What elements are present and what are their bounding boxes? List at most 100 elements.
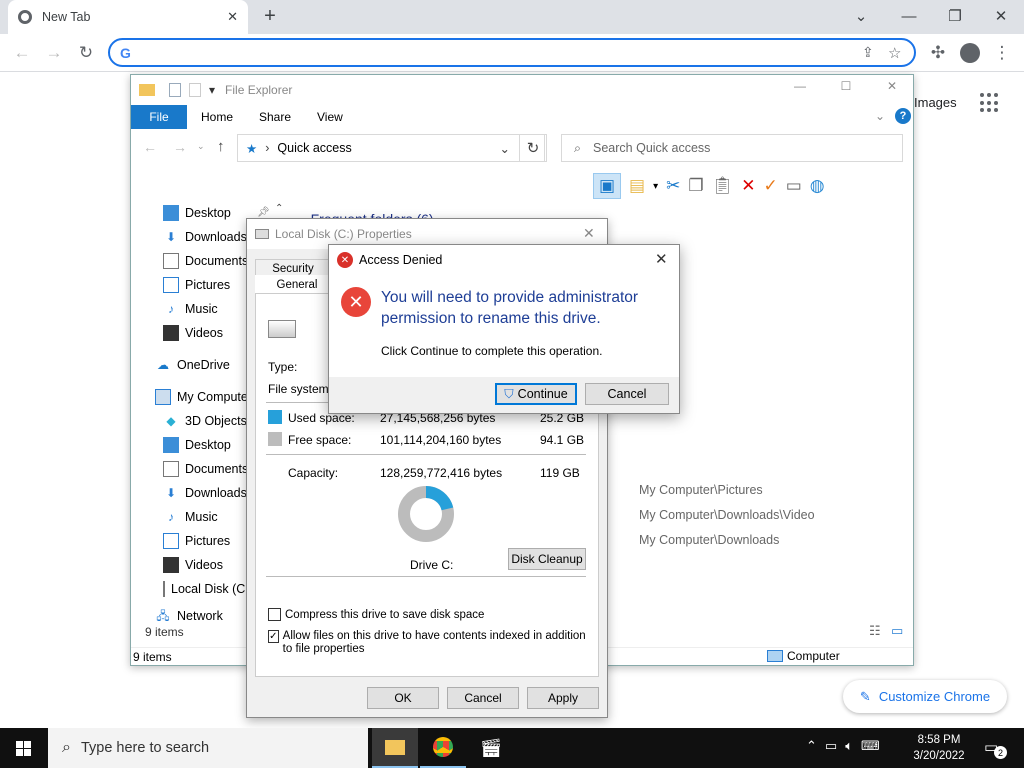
tab-general[interactable]: General	[255, 275, 339, 295]
dialog-close-button[interactable]: ✕	[655, 250, 668, 268]
compress-checkbox[interactable]	[268, 608, 281, 621]
index-option[interactable]: ✓ Allow files on this drive to have cont…	[268, 630, 588, 656]
paste-icon[interactable]: 📋︎	[712, 176, 734, 196]
documents-icon	[163, 253, 179, 269]
properties-close-button[interactable]: ✕	[583, 225, 595, 242]
properties-icon[interactable]	[169, 83, 181, 97]
pin-icon[interactable]: 📌︎	[257, 207, 270, 218]
ribbon-tab-share[interactable]: Share	[259, 105, 291, 129]
explorer-maximize-button[interactable]: ☐	[831, 79, 861, 99]
taskbar-search[interactable]: ⌕ Type here to search	[48, 728, 368, 768]
dialog-title: Access Denied	[359, 253, 443, 267]
copy-icon[interactable]: ❐	[688, 176, 703, 196]
minimize-button[interactable]: —	[886, 0, 932, 32]
keyboard-icon[interactable]: ⌨	[861, 738, 880, 754]
apps-grid-icon[interactable]	[980, 93, 1000, 113]
search-icon: ⌕	[574, 140, 582, 155]
computer-icon	[155, 389, 171, 405]
taskbar-file-explorer[interactable]	[372, 728, 418, 768]
select-icon[interactable]: ✓	[763, 176, 777, 196]
explorer-minimize-button[interactable]: —	[785, 79, 815, 99]
show-hidden-icons-icon[interactable]: ⌃	[806, 738, 817, 754]
recent-path: My Computer\Downloads\Video	[639, 508, 815, 522]
clock-date: 3/20/2022	[913, 750, 965, 762]
breadcrumb-separator-icon: ›	[265, 141, 270, 155]
taskbar-chrome[interactable]	[420, 728, 466, 768]
back-icon[interactable]: ←	[8, 40, 36, 66]
index-checkbox[interactable]: ✓	[268, 630, 279, 643]
status-location: Computer	[767, 647, 840, 665]
network-globe-icon[interactable]: ◍	[810, 176, 825, 196]
nav-label: Desktop	[185, 206, 231, 220]
address-dropdown-icon[interactable]: ⌄	[500, 141, 510, 156]
explorer-refresh-button[interactable]: ↻	[519, 134, 547, 162]
extensions-icon[interactable]: ✣	[924, 40, 952, 66]
nav-label: Videos	[185, 558, 223, 572]
continue-button[interactable]: ⛉ Continue	[495, 383, 577, 405]
ribbon-tab-view[interactable]: View	[317, 105, 343, 129]
browser-tab[interactable]: New Tab ✕	[8, 0, 248, 34]
new-tab-button[interactable]: +	[258, 4, 282, 28]
ntp-images-link[interactable]: Images	[914, 95, 957, 110]
quick-access-star-icon: ★	[246, 141, 258, 156]
details-view-icon[interactable]: ☷	[869, 623, 881, 639]
up-icon[interactable]: ↑	[217, 138, 225, 155]
forward-icon[interactable]: →	[40, 40, 68, 66]
bookmark-star-icon[interactable]: ☆	[888, 44, 914, 62]
nav-label: Downloads	[185, 486, 247, 500]
ok-button[interactable]: OK	[367, 687, 439, 709]
tab-search-icon[interactable]: ⌄	[838, 0, 884, 32]
ribbon-toolbar: ▣ ▤ ▾ ✂ ❐ 📋︎ ✕ ✓ ▭ ◍	[593, 173, 825, 199]
apply-button[interactable]: Apply	[527, 687, 599, 709]
ribbon-tab-home[interactable]: Home	[201, 105, 233, 129]
notification-icon[interactable]: ▭ 2	[984, 738, 1007, 759]
help-icon[interactable]: ?	[895, 108, 911, 124]
dialog-cancel-button[interactable]: Cancel	[585, 383, 669, 405]
quick-access-dropdown-icon[interactable]: ▾	[209, 83, 215, 97]
large-icons-view-icon[interactable]: ▭	[891, 623, 903, 639]
profile-avatar[interactable]	[956, 40, 984, 66]
chrome-menu-icon[interactable]: ⋮	[988, 40, 1016, 66]
explorer-search-box[interactable]: ⌕ Search Quick access	[561, 134, 903, 162]
explorer-back-icon[interactable]: ←	[143, 139, 157, 155]
address-input[interactable]	[140, 45, 862, 60]
new-item-dropdown-icon[interactable]: ▾	[653, 181, 658, 192]
cut-icon[interactable]: ✂	[666, 176, 680, 196]
rename-icon[interactable]: ▭	[786, 176, 802, 196]
properties-cancel-button[interactable]: Cancel	[447, 687, 519, 709]
volume-icon[interactable]: 🔈︎	[845, 738, 853, 754]
recent-locations-icon[interactable]: ⌄	[197, 141, 205, 152]
reload-icon[interactable]: ↻	[72, 40, 100, 66]
capacity-bytes: 128,259,772,416 bytes	[380, 466, 503, 480]
close-tab-icon[interactable]: ✕	[227, 9, 238, 25]
ribbon-collapse-icon[interactable]: ⌄	[875, 109, 885, 123]
share-icon[interactable]: ⇪	[862, 44, 888, 61]
nav-label: Pictures	[185, 278, 231, 292]
new-item-icon[interactable]: ▤	[629, 176, 645, 196]
desktop-icon	[163, 437, 179, 453]
customize-label: Customize Chrome	[878, 689, 991, 704]
clock[interactable]: 8:58 PM 3/20/2022	[904, 732, 974, 764]
collapse-frequent-icon[interactable]: ⌃	[275, 203, 283, 214]
items-count: 9 items	[145, 625, 184, 639]
omnibox[interactable]: G ⇪ ☆	[108, 38, 916, 67]
nav-label: Documents	[185, 462, 249, 476]
network-icon[interactable]: ▭	[825, 738, 837, 754]
ribbon-tab-file[interactable]: File	[131, 105, 187, 129]
preview-pane-icon[interactable]: ▣	[593, 173, 621, 199]
windows-start-icon[interactable]	[0, 728, 46, 768]
delete-icon[interactable]: ✕	[741, 176, 755, 196]
address-bar[interactable]: ★ › Quick access ⌄	[237, 134, 545, 162]
taskbar-video-editor[interactable]: 🎬︎	[468, 728, 514, 768]
nav-item-local-disk[interactable]: Local Disk (C:)	[163, 577, 245, 601]
close-window-button[interactable]: ✕	[978, 0, 1024, 32]
customize-chrome-button[interactable]: ✎ Customize Chrome	[843, 680, 1007, 713]
newfolder-icon[interactable]	[189, 83, 201, 97]
clock-time: 8:58 PM	[917, 734, 961, 746]
explorer-close-button[interactable]: ✕	[877, 79, 907, 99]
restore-button[interactable]: ❐	[932, 0, 978, 32]
explorer-forward-icon[interactable]: →	[173, 139, 187, 155]
compress-option[interactable]: Compress this drive to save disk space	[268, 608, 484, 621]
videos-icon	[163, 557, 179, 573]
disk-cleanup-button[interactable]: Disk Cleanup	[508, 548, 586, 570]
